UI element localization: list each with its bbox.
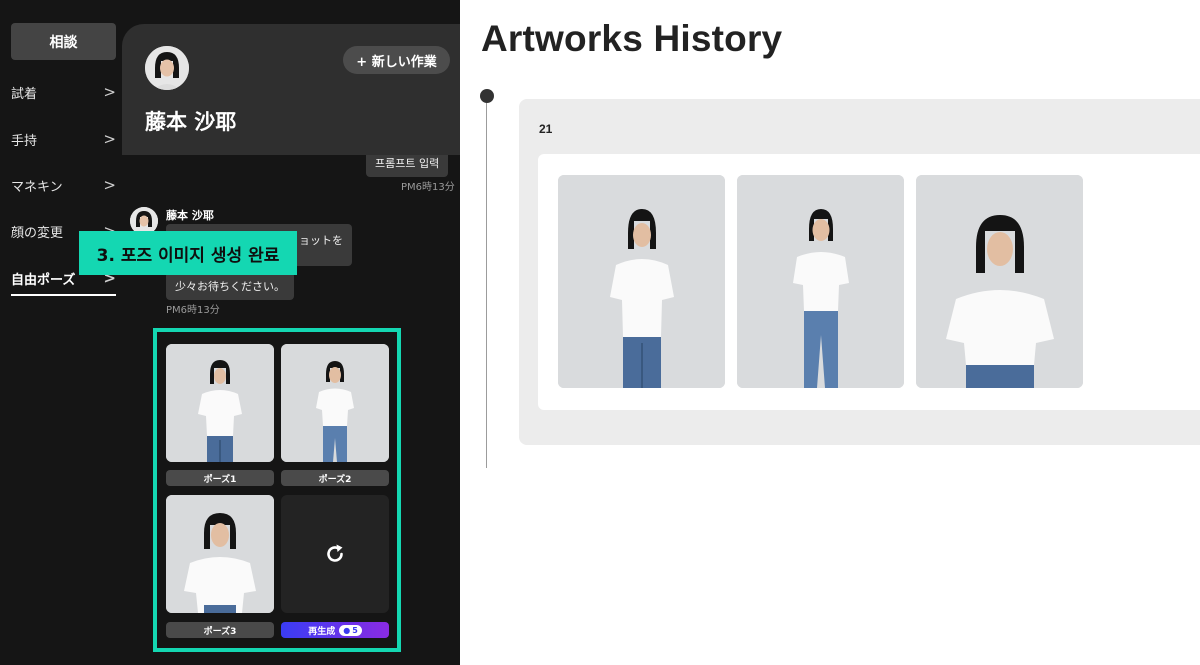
credit-count: 5 [352, 625, 358, 635]
history-images-container [538, 154, 1200, 410]
timeline-line [486, 96, 487, 468]
profile-card: 藤本 沙耶 + 新しい作業 [122, 24, 460, 155]
refresh-icon [327, 544, 343, 562]
regenerate-label: 再生成 [308, 626, 336, 637]
consult-button[interactable]: 相談 [11, 23, 116, 60]
pose-image-3[interactable] [166, 495, 274, 613]
page-title: Artworks History [481, 18, 783, 59]
history-entry-number: 21 [539, 122, 553, 136]
credit-badge: ● 5 [339, 624, 362, 636]
pose-image-2[interactable] [281, 344, 389, 462]
chevron-right-icon: > [103, 83, 116, 101]
nav-item-label: 顔の変更 [11, 225, 64, 241]
nav-item-try-on[interactable]: 試着 > [11, 75, 116, 109]
pose-label-1: ポーズ1 [166, 470, 274, 486]
nav-item-label: 自由ポーズ [11, 272, 76, 288]
nav-item-mannequin[interactable]: マネキン > [11, 168, 116, 202]
pose-image-1[interactable] [166, 344, 274, 462]
nav-item-label: 試着 [11, 86, 38, 102]
app-panel: 相談 試着 > 手持 > マネキン > 顔の変更 > 自由ポーズ > 프롬프트 … [0, 0, 460, 665]
nav-item-handheld[interactable]: 手持 > [11, 122, 116, 156]
regenerate-button[interactable]: 再生成 ● 5 [281, 622, 389, 638]
new-work-button[interactable]: + 新しい作業 [343, 46, 450, 74]
step-overlay-label: 3. 포즈 이미지 생성 완료 [79, 231, 297, 275]
regenerate-tile[interactable] [281, 495, 389, 613]
history-thumbnail-1[interactable] [558, 175, 725, 388]
nav-item-label: 手持 [11, 133, 38, 149]
avatar[interactable] [145, 46, 189, 90]
nav-item-label: マネキン [11, 179, 63, 195]
wait-message-bubble: 少々お待ちください。 [166, 272, 294, 300]
pose-label-3: ポーズ3 [166, 622, 274, 638]
sender-name: 藤本 沙耶 [166, 209, 214, 222]
message-text: ョットを [299, 234, 343, 247]
history-entry-card: 21 [519, 99, 1200, 445]
sidebar-nav: 相談 試着 > 手持 > マネキン > 顔の変更 > 自由ポーズ > [0, 0, 122, 665]
history-thumbnail-2[interactable] [737, 175, 904, 388]
coin-icon: ● [343, 625, 351, 635]
chevron-right-icon: > [103, 176, 116, 194]
message-timestamp: PM6時13分 [401, 182, 455, 193]
profile-name: 藤本 沙耶 [145, 110, 237, 134]
pose-label-2: ポーズ2 [281, 470, 389, 486]
chevron-right-icon: > [103, 130, 116, 148]
history-thumbnail-3[interactable] [916, 175, 1083, 388]
timeline-dot [480, 89, 494, 103]
message-timestamp: PM6時13分 [166, 305, 220, 316]
pose-results-frame: ポーズ1 ポーズ2 ポーズ3 再生成 ● 5 [153, 328, 401, 652]
